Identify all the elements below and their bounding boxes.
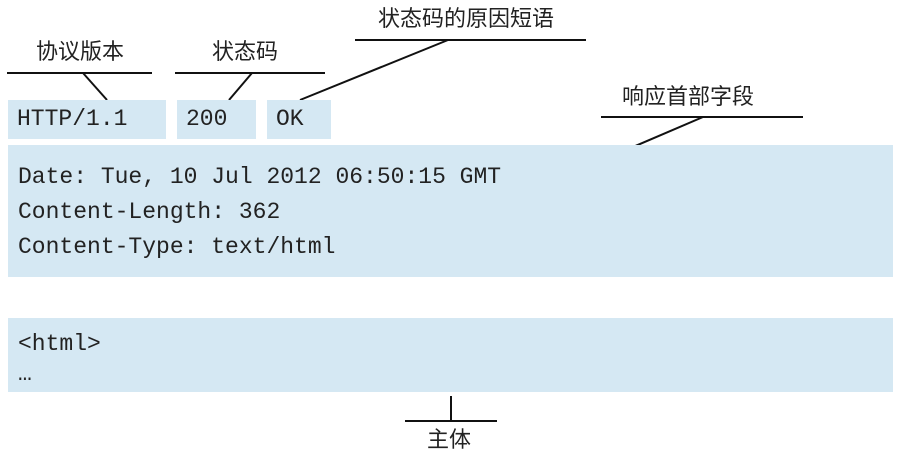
body-line: <html> bbox=[18, 331, 101, 357]
body-line: … bbox=[18, 361, 32, 387]
label-body: 主体 bbox=[427, 428, 472, 453]
http-response-diagram: 协议版本 状态码 状态码的原因短语 响应首部字段 主体 HTTP/1.1 200… bbox=[0, 0, 901, 463]
status-line-code: 200 bbox=[177, 100, 256, 139]
label-status-code: 状态码 bbox=[212, 40, 279, 65]
message-body-block: <html> … bbox=[8, 318, 893, 392]
header-row: Date: Tue, 10 Jul 2012 06:50:15 GMT bbox=[18, 164, 502, 190]
status-line-version: HTTP/1.1 bbox=[8, 100, 166, 139]
status-line-reason: OK bbox=[267, 100, 331, 139]
label-response-headers: 响应首部字段 bbox=[622, 85, 755, 110]
header-row: Content-Type: text/html bbox=[18, 234, 336, 260]
status-code-pointer bbox=[228, 72, 253, 101]
label-protocol-version: 协议版本 bbox=[36, 40, 125, 65]
reason-phrase-pointer bbox=[299, 39, 449, 101]
version-pointer bbox=[82, 72, 108, 101]
label-reason-phrase: 状态码的原因短语 bbox=[378, 7, 555, 32]
header-row: Content-Length: 362 bbox=[18, 199, 281, 225]
response-headers-block: Date: Tue, 10 Jul 2012 06:50:15 GMT Cont… bbox=[8, 145, 893, 277]
